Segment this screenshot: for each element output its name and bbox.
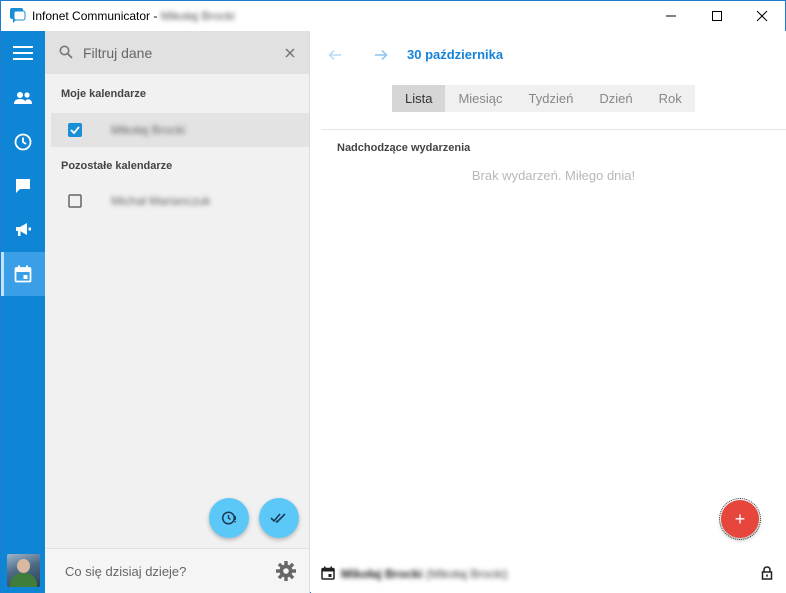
app-window: Infonet Communicator - Mikołaj Brocki Fi… — [0, 0, 786, 593]
calendar-item-label: Mikołaj Brocki — [111, 123, 186, 137]
history-icon — [14, 133, 32, 151]
calendar-list-panel: Moje kalendarze Mikołaj Brocki Pozostałe… — [45, 31, 310, 593]
calendar-item-label: Michał Marianczuk — [111, 194, 211, 208]
prev-date-button[interactable] — [325, 45, 345, 65]
rail-announcements-button[interactable] — [1, 208, 45, 252]
add-event-button[interactable]: + — [719, 498, 761, 540]
tab-day[interactable]: Dzień — [586, 85, 645, 112]
arrow-left-icon — [328, 49, 341, 61]
close-icon — [756, 10, 768, 22]
tab-week[interactable]: Tydzień — [516, 85, 587, 112]
window-title: Infonet Communicator - Mikołaj Brocki — [32, 9, 235, 23]
double-check-icon — [270, 513, 286, 524]
footer-user-name: Mikołaj Brocki — [341, 567, 423, 581]
tab-month[interactable]: Miesiąc — [445, 85, 515, 112]
announcements-icon — [16, 223, 31, 236]
contacts-icon — [14, 92, 32, 104]
footer-user-sub: (Mikołaj Brocki) — [425, 567, 508, 581]
filter-clear-button[interactable] — [281, 44, 299, 62]
close-button[interactable] — [739, 1, 785, 31]
calendar-main: 30 października Lista Miesiąc Tydzień Dz… — [311, 31, 786, 593]
rail-contacts-button[interactable] — [1, 76, 45, 120]
checkbox-unchecked-icon[interactable] — [68, 194, 82, 208]
arrow-right-icon — [375, 49, 388, 61]
title-bar: Infonet Communicator - Mikołaj Brocki — [1, 1, 785, 31]
rail-calendar-button[interactable] — [1, 252, 45, 296]
upcoming-events-header: Nadchodzące wydarzenia — [337, 142, 471, 154]
calendar-icon — [321, 566, 335, 580]
calendar-item-other[interactable]: Michał Marianczuk — [51, 184, 309, 218]
lock-icon[interactable] — [761, 566, 773, 580]
other-calendars-header: Pozostałe kalendarze — [61, 160, 173, 172]
rail-history-button[interactable] — [1, 120, 45, 164]
app-logo-icon — [10, 8, 26, 23]
minimize-icon — [666, 15, 676, 17]
filter-bar — [45, 31, 309, 74]
nav-rail — [1, 31, 45, 593]
filter-input[interactable] — [83, 41, 273, 65]
checkbox-checked-icon[interactable] — [68, 123, 82, 137]
calendar-item-own[interactable]: Mikołaj Brocki — [51, 113, 309, 147]
minimize-button[interactable] — [648, 1, 694, 31]
my-calendars-header: Moje kalendarze — [61, 88, 146, 100]
tab-list[interactable]: Lista — [392, 85, 446, 112]
maximize-button[interactable] — [694, 1, 740, 31]
divider — [321, 129, 786, 130]
gear-icon[interactable] — [275, 560, 297, 582]
mark-all-read-button[interactable] — [259, 498, 299, 538]
search-icon — [59, 45, 73, 59]
empty-events-message: Brak wydarzeń. Miłego dnia! — [471, 168, 636, 183]
calendar-icon — [14, 265, 32, 283]
current-date-title[interactable]: 30 października — [407, 47, 503, 62]
reminders-button[interactable] — [209, 498, 249, 538]
view-tabs: Lista Miesiąc Tydzień Dzień Rok — [392, 85, 695, 112]
rail-menu-button[interactable] — [1, 31, 45, 75]
user-avatar[interactable] — [7, 554, 40, 587]
rail-chat-button[interactable] — [1, 164, 45, 208]
window-title-app: Infonet Communicator - — [32, 9, 158, 23]
footer-user: Mikołaj Brocki (Mikołaj Brocki) — [341, 567, 508, 581]
tab-year[interactable]: Rok — [646, 85, 695, 112]
next-date-button[interactable] — [371, 45, 391, 65]
close-icon — [285, 48, 295, 58]
chat-icon — [16, 179, 30, 193]
status-input[interactable]: Co się dzisiaj dzieje? — [65, 564, 186, 579]
alarm-icon — [221, 511, 236, 525]
window-title-user: Mikołaj Brocki — [160, 9, 235, 23]
maximize-icon — [712, 11, 722, 21]
menu-icon — [13, 46, 33, 60]
status-bar: Co się dzisiaj dzieje? — [45, 548, 309, 593]
